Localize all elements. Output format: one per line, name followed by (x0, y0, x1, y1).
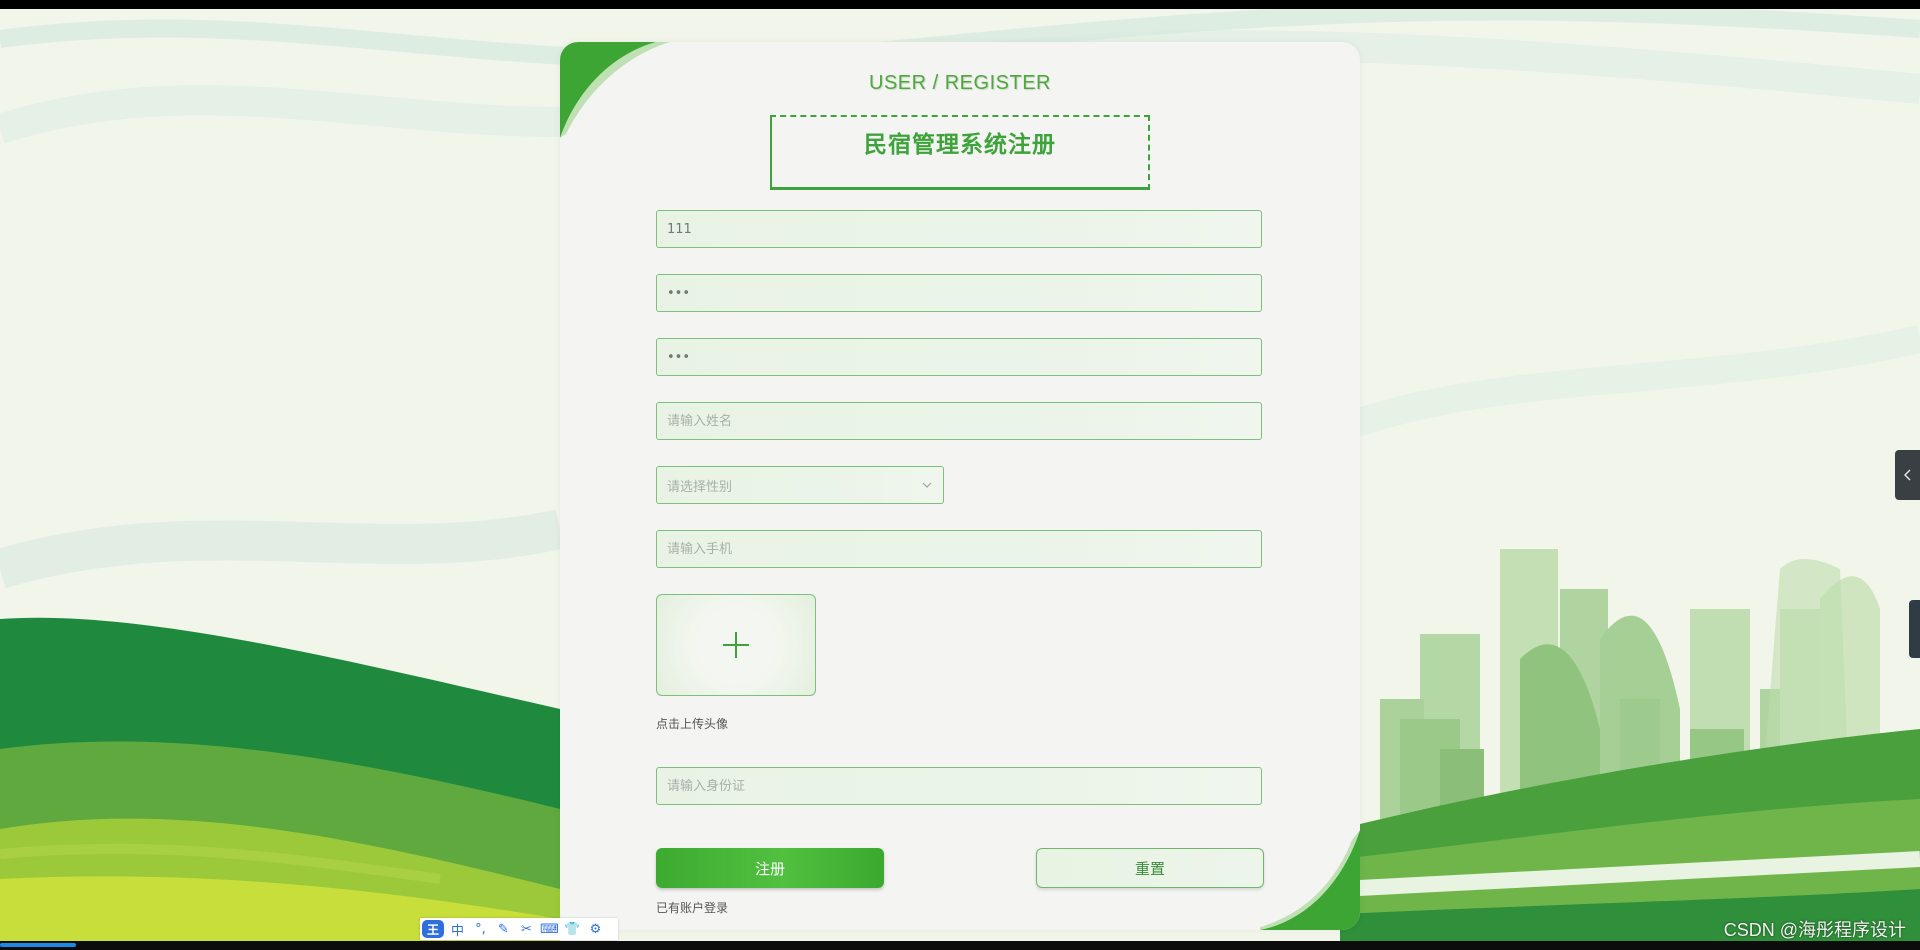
side-panel-handle[interactable] (1909, 600, 1920, 658)
id-card-input[interactable] (657, 768, 1261, 804)
watermark-text: CSDN @海彤程序设计 (1723, 920, 1906, 940)
title-frame: 民宿管理系统注册 (770, 115, 1150, 190)
account-input[interactable] (657, 211, 1261, 247)
reset-button[interactable]: 重置 (1036, 848, 1264, 888)
card-corner-decoration (1260, 830, 1360, 930)
scissors-icon[interactable]: ✂ (517, 922, 536, 937)
confirm-password-input[interactable] (657, 339, 1261, 375)
register-card: USER / REGISTER 民宿管理系统注册 请选择性别 (560, 42, 1360, 930)
skin-icon[interactable]: 👕 (563, 922, 582, 937)
id-card-field (656, 767, 1262, 805)
register-button[interactable]: 注册 (656, 848, 884, 888)
punctuation-icon[interactable]: °, (471, 922, 490, 937)
bottom-bar (0, 941, 1920, 950)
ime-toolbar: 王 中 °, ✎ ✂ ⌨ 👕 ⚙ (420, 918, 618, 940)
login-link[interactable]: 已有账户登录 (656, 899, 728, 916)
page-subtitle: USER / REGISTER (869, 72, 1051, 94)
ime-mode-toggle[interactable]: 中 (448, 920, 467, 939)
avatar-upload-caption: 点击上传头像 (656, 717, 729, 731)
gender-select[interactable]: 请选择性别 (656, 466, 944, 504)
password-field (656, 274, 1262, 312)
phone-field (656, 530, 1262, 568)
gender-select-placeholder: 请选择性别 (667, 479, 733, 495)
side-panel-toggle[interactable] (1895, 450, 1920, 500)
password-input[interactable] (657, 275, 1261, 311)
gear-icon[interactable]: ⚙ (586, 922, 605, 937)
chevron-down-icon (922, 482, 932, 488)
chevron-left-icon (1903, 469, 1910, 481)
page-title: 民宿管理系统注册 (864, 132, 1056, 158)
page-background: USER / REGISTER 民宿管理系统注册 请选择性别 (0, 9, 1920, 941)
keyboard-icon[interactable]: ⌨ (540, 922, 559, 937)
avatar-upload[interactable] (656, 594, 816, 696)
progress-indicator (0, 943, 76, 947)
confirm-password-field (656, 338, 1262, 376)
name-field (656, 402, 1262, 440)
ime-logo[interactable]: 王 (422, 920, 444, 938)
pen-icon[interactable]: ✎ (494, 922, 513, 937)
card-corner-decoration (560, 42, 670, 138)
account-field (656, 210, 1262, 248)
phone-input[interactable] (657, 531, 1261, 567)
name-input[interactable] (657, 403, 1261, 439)
plus-icon (723, 632, 749, 658)
